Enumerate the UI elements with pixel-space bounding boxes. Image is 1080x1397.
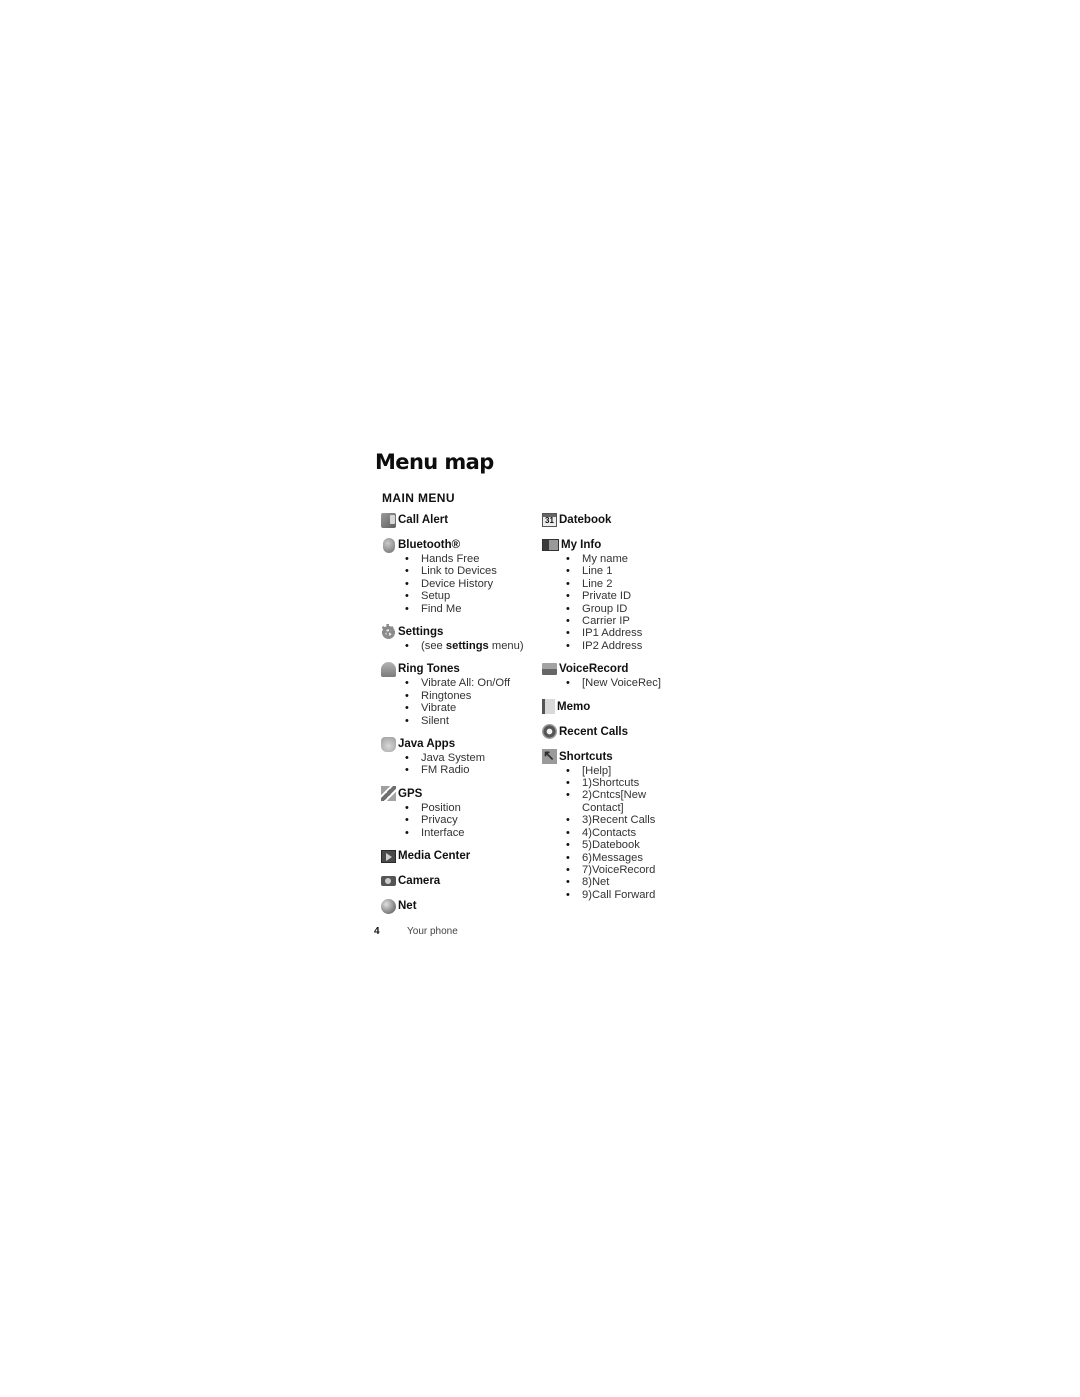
menu-entry-bluetooth: Bluetooth® Hands Free Link to Devices De…	[381, 537, 541, 615]
menu-entry-label: Settings	[398, 626, 444, 639]
page-title: Menu map	[375, 450, 494, 474]
submenu-item: Vibrate	[405, 702, 541, 715]
voice-record-icon	[542, 663, 557, 676]
submenu-item: Line 1	[566, 565, 702, 578]
submenu-item: IP2 Address	[566, 640, 702, 653]
menu-entry-label: Media Center	[398, 850, 471, 863]
submenu-list: Vibrate All: On/Off Ringtones Vibrate Si…	[381, 677, 541, 727]
submenu-item: 2)Cntcs[New Contact]	[566, 789, 654, 814]
datebook-calendar-icon: 31	[542, 513, 557, 527]
submenu-item: Private ID	[566, 590, 702, 603]
submenu-list: Position Privacy Interface	[381, 802, 541, 840]
submenu-item: IP1 Address	[566, 627, 702, 640]
submenu-item: 8)Net	[566, 876, 676, 889]
footer-section-label: Your phone	[407, 926, 458, 937]
bluetooth-icon	[383, 537, 395, 553]
submenu-item: Group ID	[566, 603, 702, 616]
gps-satellite-icon	[381, 786, 396, 802]
submenu-item: Carrier IP	[566, 615, 702, 628]
submenu-item: 9)Call Forward	[566, 889, 676, 902]
submenu-item-settings-note: (see settings menu)	[405, 640, 541, 653]
submenu-item: Silent	[405, 715, 541, 728]
submenu-item: Interface	[405, 827, 541, 840]
menu-entry-memo: Memo	[542, 699, 702, 715]
section-heading-main-menu: MAIN MENU	[382, 491, 455, 505]
menu-entry-camera: Camera	[381, 873, 541, 889]
menu-entry-label: Camera	[398, 875, 441, 888]
menu-column-right: 31Datebook My Info My name Line 1 Line 2…	[542, 512, 702, 910]
call-alert-icon	[381, 512, 396, 528]
menu-entry-shortcuts: Shortcuts [Help] 1)Shortcuts 2)Cntcs[New…	[542, 747, 702, 902]
menu-entry-gps: GPS Position Privacy Interface	[381, 786, 541, 840]
submenu-item: [New VoiceRec]	[566, 677, 702, 690]
menu-entry-call-alert: Call Alert	[381, 512, 541, 528]
menu-entry-net: Net	[381, 898, 541, 914]
submenu-item: Link to Devices	[405, 565, 541, 578]
menu-entry-label: Datebook	[559, 514, 612, 526]
settings-menu-reference: settings	[445, 640, 489, 653]
menu-entry-label: Memo	[557, 700, 591, 713]
menu-entry-label: Recent Calls	[559, 725, 629, 738]
menu-entry-label: Java Apps	[398, 738, 456, 751]
settings-gear-icon	[381, 623, 396, 641]
menu-entry-label: VoiceRecord	[559, 663, 629, 676]
submenu-item: 7)VoiceRecord	[566, 864, 676, 877]
memo-notepad-icon	[542, 699, 555, 715]
submenu-list: [New VoiceRec]	[542, 677, 702, 690]
submenu-item: FM Radio	[405, 764, 541, 777]
menu-entry-recent-calls: Recent Calls	[542, 724, 702, 740]
submenu-item: Find Me	[405, 603, 541, 616]
submenu-item: 5)Datebook	[566, 839, 676, 852]
submenu-item: Setup	[405, 590, 541, 603]
submenu-item: Device History	[405, 578, 541, 591]
submenu-list: (see settings menu)	[381, 640, 541, 653]
menu-entry-my-info: My Info My name Line 1 Line 2 Private ID…	[542, 537, 702, 653]
menu-entry-java-apps: Java Apps Java System FM Radio	[381, 736, 541, 777]
menu-entry-label: GPS	[398, 787, 423, 800]
menu-entry-label: Bluetooth®	[398, 539, 461, 551]
submenu-item: Java System	[405, 752, 541, 765]
submenu-list: [Help] 1)Shortcuts 2)Cntcs[New Contact] …	[542, 765, 676, 902]
submenu-item: Ringtones	[405, 690, 541, 703]
submenu-item: [Help]	[566, 765, 676, 778]
menu-entry-label: Shortcuts	[559, 750, 613, 763]
submenu-item: Privacy	[405, 814, 541, 827]
submenu-item: 1)Shortcuts	[566, 777, 676, 790]
shortcuts-arrow-icon	[542, 747, 557, 765]
submenu-item: Vibrate All: On/Off	[405, 677, 541, 690]
java-apps-icon	[381, 736, 396, 752]
net-globe-icon	[381, 898, 396, 914]
submenu-item: 6)Messages	[566, 852, 676, 865]
submenu-item: Hands Free	[405, 553, 541, 566]
menu-entry-media-center: Media Center	[381, 848, 541, 864]
menu-entry-label: My Info	[561, 539, 602, 551]
camera-icon	[381, 876, 396, 887]
menu-entry-ring-tones: Ring Tones Vibrate All: On/Off Ringtones…	[381, 661, 541, 727]
submenu-item: My name	[566, 553, 702, 566]
submenu-item: 4)Contacts	[566, 827, 676, 840]
media-center-icon	[381, 850, 396, 864]
menu-entry-label: Net	[398, 900, 417, 913]
menu-entry-settings: Settings (see settings menu)	[381, 623, 541, 653]
page-number: 4	[374, 926, 380, 937]
menu-entry-label: Ring Tones	[398, 663, 460, 676]
menu-entry-voice-record: VoiceRecord [New VoiceRec]	[542, 661, 702, 690]
my-info-icon	[542, 539, 559, 551]
submenu-list: Java System FM Radio	[381, 752, 541, 777]
submenu-list: My name Line 1 Line 2 Private ID Group I…	[542, 553, 702, 653]
submenu-item: Position	[405, 802, 541, 815]
menu-entry-datebook: 31 Datebook	[542, 512, 702, 528]
submenu-list: Hands Free Link to Devices Device Histor…	[381, 553, 541, 615]
menu-column-left: Call Alert Bluetooth® Hands Free Link to…	[381, 512, 541, 923]
recent-calls-icon	[542, 724, 557, 740]
menu-entry-label: Call Alert	[398, 514, 449, 526]
ring-tones-bell-icon	[381, 661, 396, 677]
submenu-item: 3)Recent Calls	[566, 814, 676, 827]
submenu-item: Line 2	[566, 578, 702, 591]
